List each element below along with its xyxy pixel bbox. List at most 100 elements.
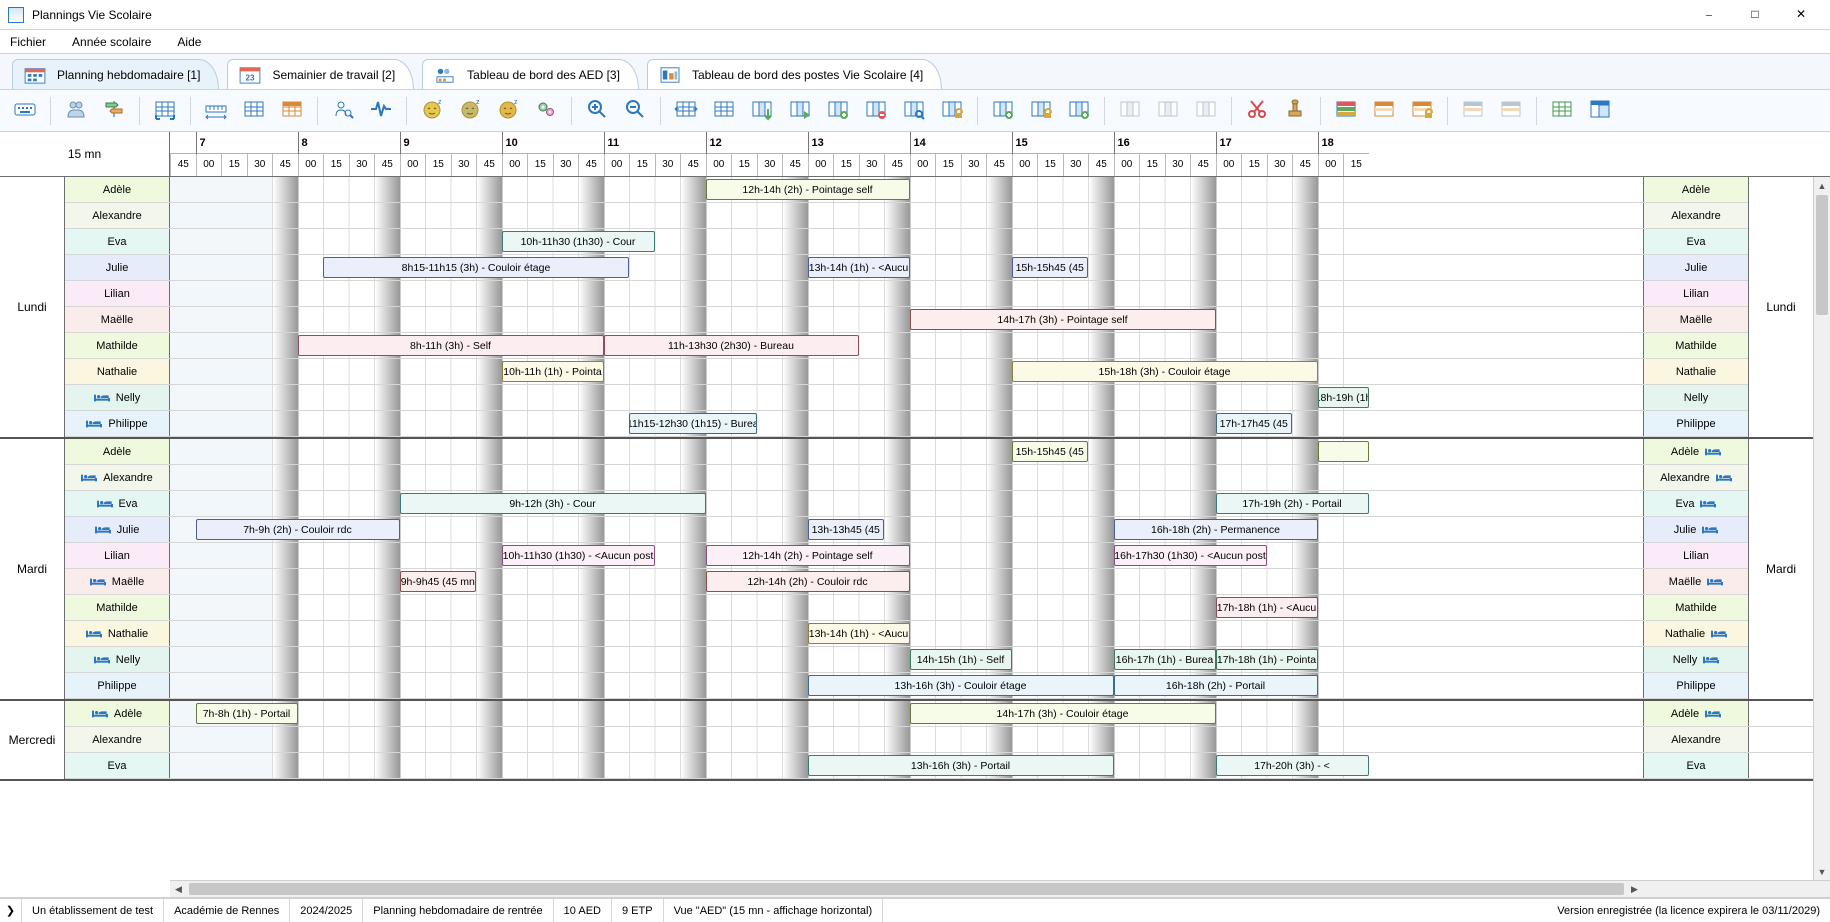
row-canvas[interactable]: 7h-8h (1h) - Portail 14h-17h (3h) - Coulo… xyxy=(170,701,1643,726)
row-canvas[interactable]: 10h-11h30 (1h30) - Cour xyxy=(170,229,1643,254)
timeslot[interactable]: 9h-12h (3h) - Cour xyxy=(400,493,706,514)
tool-cell-plus[interactable] xyxy=(1062,94,1096,128)
scrollbar-thumb[interactable] xyxy=(1816,195,1828,315)
timeslot[interactable]: 15h-18h (3h) - Couloir étage xyxy=(1012,361,1318,382)
person-cell-left[interactable]: Eva xyxy=(65,753,170,778)
tool-table-green[interactable] xyxy=(1545,94,1579,128)
tool-pulse[interactable] xyxy=(364,94,398,128)
row-canvas[interactable]: 9h-12h (3h) - Cour17h-19h (2h) - Portail xyxy=(170,491,1643,516)
person-cell-right[interactable]: Adèle xyxy=(1643,439,1748,464)
timeslot[interactable]: 18h-19h (1h xyxy=(1318,387,1369,408)
row-canvas[interactable]: 14h-15h (1h) - Self 16h-17h (1h) - Burea1… xyxy=(170,647,1643,672)
person-cell-left[interactable]: Philippe xyxy=(65,673,170,698)
tool-group-people[interactable] xyxy=(59,94,93,128)
timeslot[interactable]: 13h-14h (1h) - <Aucu xyxy=(808,623,910,644)
person-cell-left[interactable]: Mathilde xyxy=(65,595,170,620)
timeslot[interactable]: 14h-17h (3h) - Pointage self xyxy=(910,309,1216,330)
person-cell-left[interactable]: Nathalie xyxy=(65,621,170,646)
row-canvas[interactable] xyxy=(170,281,1643,306)
person-cell-right[interactable]: Eva xyxy=(1643,753,1748,778)
timeslot[interactable]: 11h-13h30 (2h30) - Bureau xyxy=(604,335,859,356)
timeslot[interactable]: 15h-15h45 (45 xyxy=(1012,441,1089,462)
person-cell-right[interactable]: Lilian xyxy=(1643,281,1748,306)
tab-2[interactable]: Tableau de bord des AED [3] xyxy=(422,59,639,89)
scrollbar-thumb-h[interactable] xyxy=(189,883,1624,895)
tool-rows-left[interactable] xyxy=(1367,94,1401,128)
timeslot[interactable]: 12h-14h (2h) - Pointage self xyxy=(706,179,910,200)
timeslot[interactable]: 7h-9h (2h) - Couloir rdc xyxy=(196,519,400,540)
row-canvas[interactable]: 11h15-12h30 (1h15) - Burea 17h-17h45 (45 xyxy=(170,411,1643,436)
person-cell-right[interactable]: Mathilde xyxy=(1643,595,1748,620)
maximize-button[interactable]: □ xyxy=(1732,0,1778,30)
person-cell-right[interactable]: Maëlle xyxy=(1643,307,1748,332)
row-canvas[interactable]: 8h15-11h15 (3h) - Couloir étage13h-14h (… xyxy=(170,255,1643,280)
row-canvas[interactable]: 9h-9h45 (45 mn12h-14h (2h) - Couloir rdc xyxy=(170,569,1643,594)
timeslot[interactable]: 14h-17h (3h) - Couloir étage xyxy=(910,703,1216,724)
person-cell-left[interactable]: Alexandre xyxy=(65,727,170,752)
tab-1[interactable]: 23Semainier de travail [2] xyxy=(227,59,414,89)
tool-table-wide[interactable] xyxy=(669,94,703,128)
tool-stamp[interactable] xyxy=(1278,94,1312,128)
person-cell-right[interactable]: Lilian xyxy=(1643,543,1748,568)
timeslot[interactable]: 16h-18h (2h) - Permanence xyxy=(1114,519,1318,540)
timeslot[interactable]: 7h-8h (1h) - Portail xyxy=(196,703,298,724)
person-cell-right[interactable]: Philippe xyxy=(1643,673,1748,698)
row-canvas[interactable] xyxy=(170,727,1643,752)
person-cell-left[interactable]: Adèle xyxy=(65,439,170,464)
tool-person-search[interactable] xyxy=(326,94,360,128)
timeslot[interactable]: 16h-17h (1h) - Burea xyxy=(1114,649,1216,670)
timeslot[interactable]: 14h-15h (1h) - Self xyxy=(910,649,1012,670)
person-cell-left[interactable]: Nelly xyxy=(65,647,170,672)
timeslot[interactable]: 17h-18h (1h) - <Aucu xyxy=(1216,597,1318,618)
person-cell-right[interactable]: Alexandre xyxy=(1643,465,1748,490)
zoom-cell[interactable]: 15 mn xyxy=(0,132,170,176)
timeslot[interactable]: 12h-14h (2h) - Pointage self xyxy=(706,545,910,566)
person-cell-left[interactable]: Nelly xyxy=(65,385,170,410)
person-cell-right[interactable]: Adèle xyxy=(1643,701,1748,726)
tool-window-split[interactable] xyxy=(1583,94,1617,128)
timeslot[interactable]: 13h-16h (3h) - Couloir étage xyxy=(808,675,1114,696)
tool-signpost[interactable] xyxy=(97,94,131,128)
row-canvas[interactable]: 14h-17h (3h) - Pointage self xyxy=(170,307,1643,332)
person-cell-right[interactable]: Nelly xyxy=(1643,647,1748,672)
menu-fichier[interactable]: Fichier xyxy=(6,33,50,51)
timeslot[interactable]: 8h15-11h15 (3h) - Couloir étage xyxy=(323,257,629,278)
timeslot[interactable]: 11h15-12h30 (1h15) - Burea xyxy=(629,413,757,434)
tool-scissors[interactable] xyxy=(1240,94,1274,128)
person-cell-left[interactable]: Nathalie xyxy=(65,359,170,384)
tool-zoom-out[interactable] xyxy=(618,94,652,128)
tool-cell-dim3[interactable] xyxy=(1189,94,1223,128)
row-canvas[interactable]: 13h-16h (3h) - Couloir étage16h-18h (2h)… xyxy=(170,673,1643,698)
tool-zoom-in[interactable] xyxy=(580,94,614,128)
timeslot[interactable]: 17h-18h (1h) - Pointa xyxy=(1216,649,1318,670)
row-canvas[interactable]: 12h-14h (2h) - Pointage self xyxy=(170,177,1643,202)
menu-année-scolaire[interactable]: Année scolaire xyxy=(68,33,155,51)
tool-rows-dim2[interactable] xyxy=(1494,94,1528,128)
tool-rows-dim1[interactable] xyxy=(1456,94,1490,128)
row-canvas[interactable]: 13h-14h (1h) - <Aucu xyxy=(170,621,1643,646)
person-cell-left[interactable]: Eva xyxy=(65,491,170,516)
horizontal-scrollbar[interactable]: ◀ ▶ xyxy=(170,880,1643,897)
timeslot[interactable]: 8h-11h (3h) - Self xyxy=(298,335,604,356)
row-canvas[interactable]: 10h-11h30 (1h30) - <Aucun post12h-14h (2… xyxy=(170,543,1643,568)
person-cell-left[interactable]: Julie xyxy=(65,255,170,280)
status-chevron-icon[interactable]: ❯ xyxy=(0,899,22,922)
tool-resize-grid[interactable] xyxy=(148,94,182,128)
tool-sleep-face[interactable]: z xyxy=(415,94,449,128)
tool-col-remove[interactable] xyxy=(859,94,893,128)
close-button[interactable]: ✕ xyxy=(1778,0,1824,30)
person-cell-right[interactable]: Nathalie xyxy=(1643,359,1748,384)
person-cell-left[interactable]: Lilian xyxy=(65,543,170,568)
tool-grid-orange[interactable] xyxy=(275,94,309,128)
tool-col-insert[interactable] xyxy=(745,94,779,128)
row-canvas[interactable]: 17h-18h (1h) - <Aucu xyxy=(170,595,1643,620)
vertical-scrollbar[interactable]: ▲ ▼ xyxy=(1813,177,1830,880)
tool-cell-lock[interactable] xyxy=(1024,94,1058,128)
minimize-button[interactable]: – xyxy=(1686,0,1732,30)
tool-sleep-face-dim[interactable]: z xyxy=(453,94,487,128)
person-cell-left[interactable]: Maëlle xyxy=(65,569,170,594)
timeslot[interactable]: 13h-16h (3h) - Portail xyxy=(808,755,1114,776)
timeslot[interactable]: 17h-17h45 (45 xyxy=(1216,413,1293,434)
timeslot[interactable]: 9h-9h45 (45 mn xyxy=(400,571,477,592)
timeslot[interactable]: 15h-15h45 (45 xyxy=(1012,257,1089,278)
